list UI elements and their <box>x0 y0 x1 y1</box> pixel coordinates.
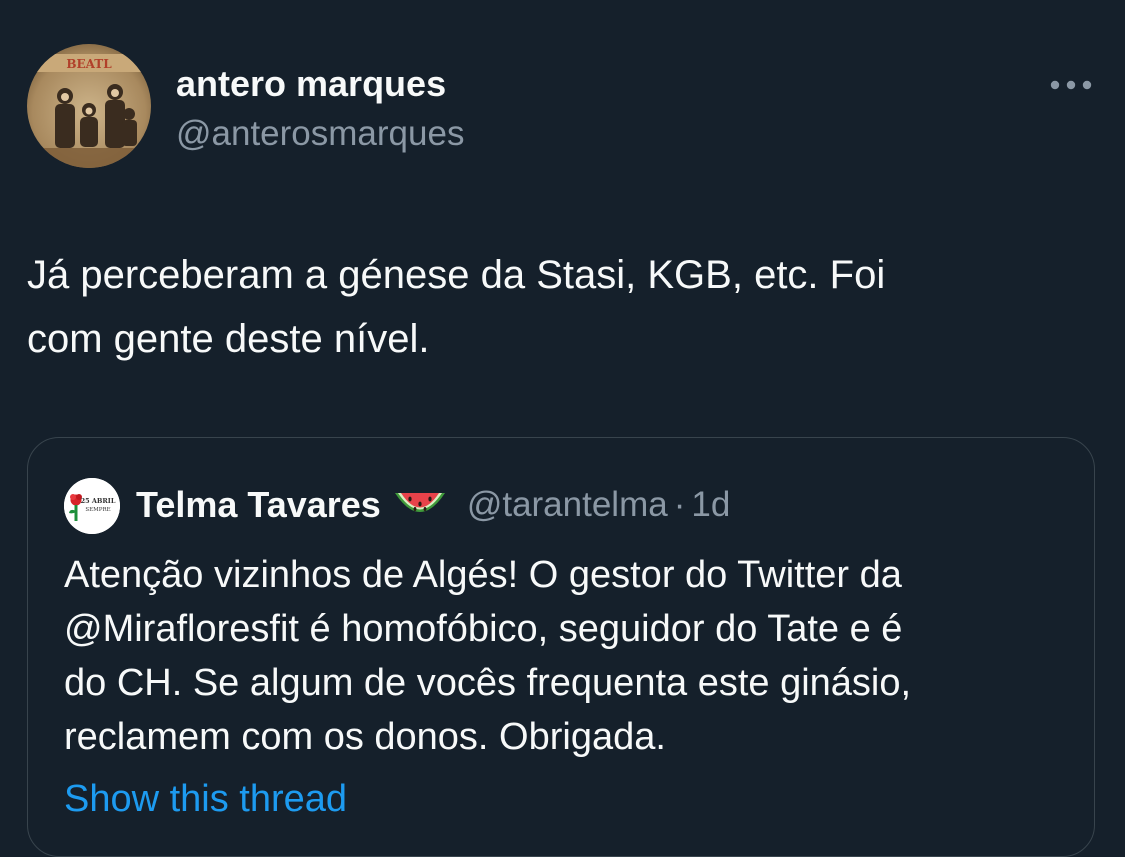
more-options-icon[interactable] <box>1046 68 1096 102</box>
tweet-text-line: com gente deste nível. <box>27 317 430 361</box>
show-thread-link[interactable]: Show this thread <box>64 772 347 826</box>
author-avatar[interactable]: BEATL <box>27 44 151 168</box>
quoted-avatar-text-bottom: SEMPRE <box>85 507 110 513</box>
quoted-text: Atenção vizinhos de Algés! O gestor do T… <box>64 548 1074 764</box>
author-handle[interactable]: @anterosmarques <box>176 112 464 156</box>
quoted-separator: · <box>673 485 686 524</box>
tweet: BEATL antero marques @anterosmarques Já … <box>0 0 1125 857</box>
quoted-avatar[interactable]: 25 ABRIL SEMPRE <box>64 478 120 534</box>
avatar-caption: BEATL <box>66 57 112 71</box>
quoted-text-line: @Mirafloresfit é homofóbico, seguidor do… <box>64 608 903 650</box>
tweet-text: Já perceberam a génese da Stasi, KGB, et… <box>27 243 1097 371</box>
quoted-text-line: do CH. Se algum de vocês frequenta este … <box>64 662 912 704</box>
quoted-display-name[interactable]: Telma Tavares <box>136 484 381 526</box>
avatar-image: BEATL <box>27 44 151 168</box>
quoted-timestamp[interactable]: 1d <box>691 485 730 525</box>
quoted-header: Telma Tavares @tarantelma · 1d <box>136 480 730 530</box>
quoted-handle[interactable]: @tarantelma <box>467 485 668 525</box>
author-display-name[interactable]: antero marques <box>176 62 446 106</box>
quoted-text-line: Atenção vizinhos de Algés! O gestor do T… <box>64 554 902 596</box>
quoted-tweet-card[interactable]: 25 ABRIL SEMPRE Telma Tavares @tarantelm… <box>27 437 1095 857</box>
tweet-text-line: Já perceberam a génese da Stasi, KGB, et… <box>27 253 886 297</box>
quoted-text-line: reclamem com os donos. Obrigada. <box>64 716 666 758</box>
quoted-avatar-text-top: 25 ABRIL <box>81 497 116 505</box>
watermelon-icon <box>393 485 447 525</box>
